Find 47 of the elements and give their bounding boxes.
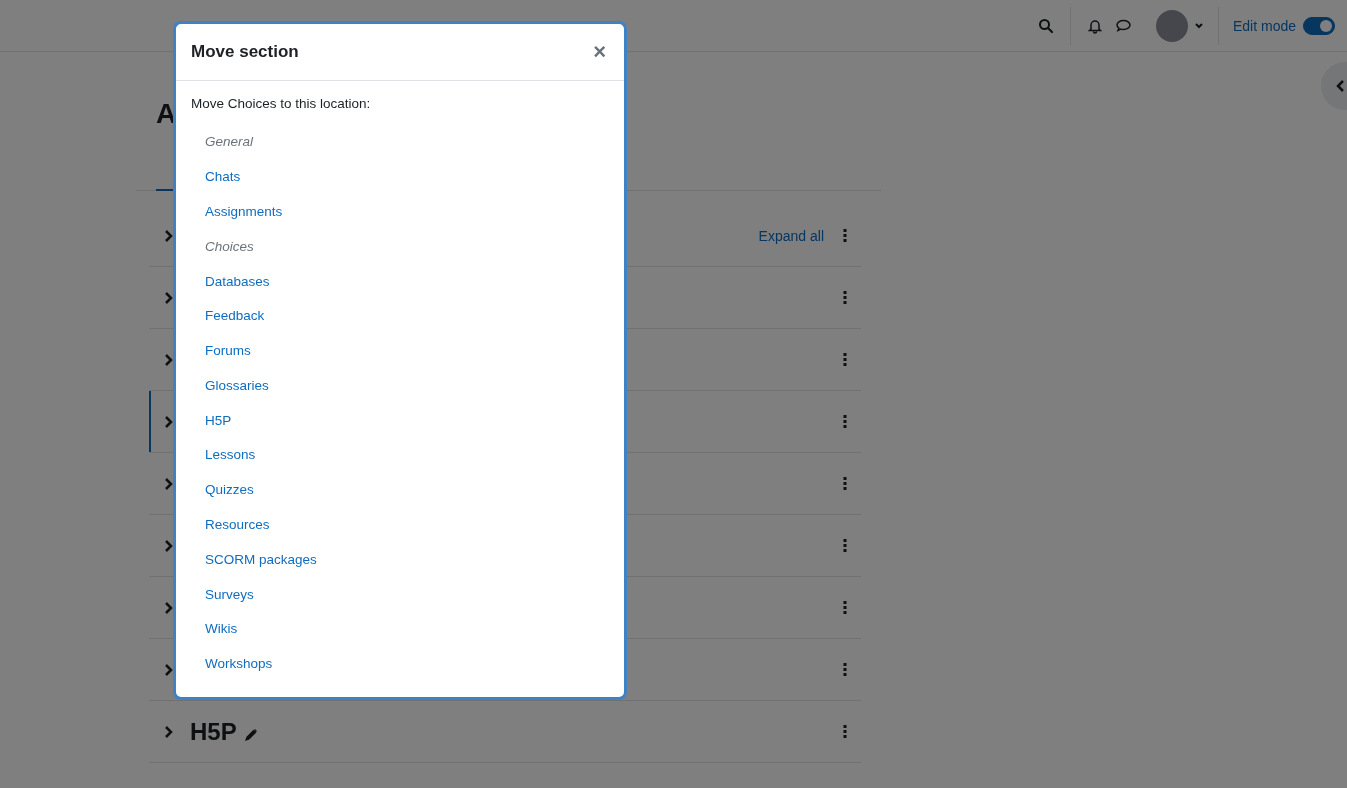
edit-mode-toggle[interactable] xyxy=(1303,16,1335,35)
kebab-menu-icon[interactable] xyxy=(843,229,847,242)
location-link: Choices xyxy=(205,237,254,256)
chevron-icon[interactable] xyxy=(164,414,174,429)
kebab-menu-icon[interactable] xyxy=(843,291,847,304)
chevron-icon[interactable] xyxy=(164,352,174,367)
chevron-icon[interactable] xyxy=(164,228,174,243)
location-link[interactable]: Workshops xyxy=(205,646,273,682)
location-link[interactable]: Quizzes xyxy=(205,472,254,508)
location-link[interactable]: SCORM packages xyxy=(205,542,317,578)
location-link[interactable]: Glossaries xyxy=(205,368,269,404)
chevron-icon[interactable] xyxy=(164,476,174,491)
location-link[interactable]: Surveys xyxy=(205,577,254,612)
chat-icon[interactable] xyxy=(1114,17,1132,34)
dialog-title: Move section xyxy=(191,42,299,62)
kebab-menu-icon[interactable] xyxy=(843,725,847,738)
search-icon[interactable] xyxy=(1037,17,1054,34)
location-link[interactable]: Feedback xyxy=(205,298,265,334)
chevron-icon[interactable] xyxy=(164,662,174,677)
location-link[interactable]: Chats xyxy=(205,159,241,195)
chevron-icon[interactable] xyxy=(164,600,174,615)
location-link[interactable]: H5P xyxy=(205,403,232,439)
location-link[interactable]: Resources xyxy=(205,507,270,543)
location-link[interactable]: Lessons xyxy=(205,438,256,473)
caret-icon[interactable] xyxy=(1193,21,1204,30)
chevron-icon[interactable] xyxy=(164,538,174,553)
kebab-menu-icon[interactable] xyxy=(843,601,847,614)
kebab-menu-icon[interactable] xyxy=(843,663,847,676)
location-link: General xyxy=(205,133,254,152)
chevron-left-icon xyxy=(1335,79,1345,93)
bell-icon[interactable] xyxy=(1086,17,1103,34)
location-link[interactable]: Wikis xyxy=(205,611,238,647)
expand-all-link[interactable]: Expand all xyxy=(758,227,824,244)
location-link[interactable]: Forums xyxy=(205,333,251,369)
kebab-menu-icon[interactable] xyxy=(843,539,847,552)
location-link[interactable]: Assignments xyxy=(205,194,283,230)
chevron-icon[interactable] xyxy=(164,724,174,739)
section-title: H5P xyxy=(190,717,237,746)
kebab-menu-icon[interactable] xyxy=(843,415,847,428)
kebab-menu-icon[interactable] xyxy=(843,353,847,366)
close-button[interactable]: × xyxy=(589,39,610,65)
chevron-icon[interactable] xyxy=(164,290,174,305)
edit-mode-label: Edit mode xyxy=(1232,17,1296,34)
kebab-menu-icon[interactable] xyxy=(843,477,847,490)
dialog-prompt: Move Choices to this location: xyxy=(191,96,372,111)
location-link[interactable]: Databases xyxy=(205,264,270,299)
pencil-icon[interactable] xyxy=(243,727,258,742)
